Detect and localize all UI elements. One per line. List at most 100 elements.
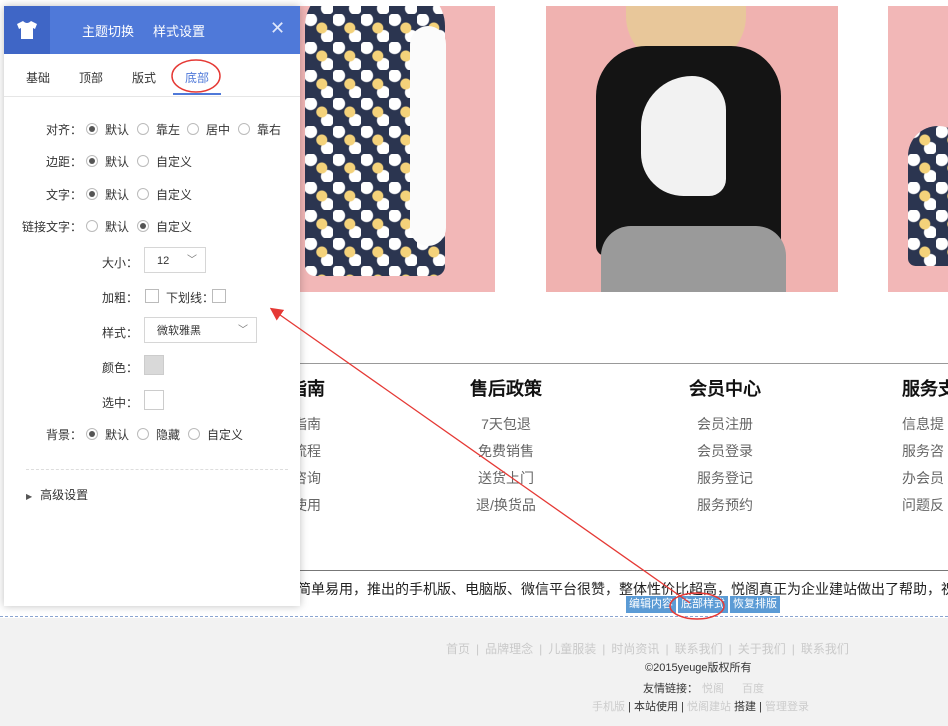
size-label: 大小： (101, 256, 138, 270)
background-hidden-radio[interactable]: 隐藏 (137, 426, 180, 443)
product-photo[interactable] (888, 6, 948, 292)
advanced-settings-toggle[interactable]: ▶ 高级设置 (26, 486, 88, 503)
radio-icon (187, 123, 199, 135)
footer-link[interactable]: 办会员 (902, 465, 948, 492)
option-label: 隐藏 (156, 428, 181, 442)
footer-column-after-sales: 售后政策 7天包退 免费销售 送货上门 退/换货品 (426, 375, 586, 519)
friend-link[interactable]: 悦阁 (702, 683, 724, 695)
skirt-shape (601, 226, 786, 292)
color-swatch[interactable] (144, 355, 164, 375)
friend-links-label: 友情链接： (643, 683, 698, 695)
align-default-radio[interactable]: 默认 (86, 121, 129, 138)
tab-footer[interactable]: 底部 (185, 69, 209, 86)
text-custom-radio[interactable]: 自定义 (137, 186, 192, 203)
tab-layout[interactable]: 版式 (132, 69, 156, 86)
chevron-down-icon: ﹀ (238, 325, 248, 336)
subtab-bar: 基础 顶部 版式 底部 (4, 54, 300, 97)
footer-link[interactable]: 会员注册 (645, 411, 805, 438)
chevron-down-icon: ﹀ (187, 255, 197, 266)
radio-icon (137, 123, 149, 135)
product-photo[interactable] (295, 6, 495, 292)
background-custom-radio[interactable]: 自定义 (188, 426, 243, 443)
active-tab-indicator (173, 93, 221, 95)
option-label: 自定义 (156, 220, 193, 234)
footer-link[interactable]: 7天包退 (426, 411, 586, 438)
site-link[interactable]: 本站使用 (634, 701, 678, 713)
radio-icon (238, 123, 250, 135)
nav-link[interactable]: 时尚资讯 (611, 642, 659, 656)
footer-column-member: 会员中心 会员注册 会员登录 服务登记 服务预约 (645, 375, 805, 519)
footer-link[interactable]: 服务咨 (902, 438, 948, 465)
edit-toolbar: 编辑内容 底部样式 恢复排版 (626, 596, 782, 613)
font-size-select[interactable]: 12 ﹀ (144, 247, 206, 273)
footer-column-service: 服务支 信息提 服务咨 办会员 问题反 (858, 375, 948, 519)
option-label: 自定义 (156, 188, 193, 202)
tab-theme-switch[interactable]: 主题切换 (82, 21, 134, 40)
caret-right-icon: ▶ (26, 492, 33, 501)
footer-link[interactable]: 服务登记 (645, 465, 805, 492)
color-label: 颜色： (101, 361, 138, 375)
bold-label: 加粗： (101, 291, 138, 305)
align-right-radio[interactable]: 靠右 (238, 121, 281, 138)
friend-link[interactable]: 百度 (742, 683, 764, 695)
background-label: 背景： (45, 428, 82, 442)
product-photo[interactable] (546, 6, 838, 292)
site-link[interactable]: 悦阁建站 (687, 701, 731, 713)
footer-nav: 首页 | 品牌理念 | 儿童服装 | 时尚资讯 | 联系我们 | 关于我们 | 联系我们 (446, 642, 849, 656)
nav-link[interactable]: 品牌理念 (485, 642, 533, 656)
footer-divider (290, 363, 948, 364)
footer-column-title: 服务支 (902, 379, 948, 400)
close-icon[interactable]: ✕ (270, 18, 285, 38)
edit-content-button[interactable]: 编辑内容 (626, 596, 676, 613)
selected-color-label: 选中： (101, 396, 138, 410)
radio-icon (188, 428, 200, 440)
select-value: 微软雅黑 (157, 325, 201, 337)
text-label: 文字： (45, 188, 82, 202)
link-text-default-radio[interactable]: 默认 (86, 218, 129, 235)
option-label: 自定义 (207, 428, 244, 442)
bold-checkbox[interactable] (145, 289, 159, 303)
footer-link[interactable]: 问题反 (902, 492, 948, 519)
tab-basic[interactable]: 基础 (26, 69, 50, 86)
align-label: 对齐： (45, 123, 82, 137)
site-link[interactable]: 搭建 (734, 701, 756, 713)
margin-custom-radio[interactable]: 自定义 (137, 153, 192, 170)
nav-link[interactable]: 联系我们 (801, 642, 849, 656)
margin-default-radio[interactable]: 默认 (86, 153, 129, 170)
underline-checkbox[interactable] (212, 289, 226, 303)
footer-link[interactable]: 信息提 (902, 411, 948, 438)
footer-link[interactable]: 退/换货品 (426, 492, 586, 519)
nav-link[interactable]: 联系我们 (675, 642, 723, 656)
site-links: 手机版 | 本站使用 | 悦阁建站 搭建 | 管理登录 (592, 701, 810, 713)
style-settings-panel: 主题切换 样式设置 ✕ 基础 顶部 版式 底部 对齐： 默认 靠左 居中 靠右 … (4, 6, 300, 606)
link-text-custom-radio[interactable]: 自定义 (137, 218, 192, 235)
nav-link[interactable]: 首页 (446, 642, 470, 656)
site-link[interactable]: 管理登录 (765, 701, 809, 713)
font-family-select[interactable]: 微软雅黑 ﹀ (144, 317, 257, 343)
site-link[interactable]: 手机版 (592, 701, 625, 713)
nav-link[interactable]: 儿童服装 (548, 642, 596, 656)
tab-style-settings[interactable]: 样式设置 (153, 21, 205, 40)
footer-link[interactable]: 会员登录 (645, 438, 805, 465)
underline-label: 下划线： (166, 291, 215, 305)
text-default-radio[interactable]: 默认 (86, 186, 129, 203)
footer-link[interactable]: 免费销售 (426, 438, 586, 465)
option-label: 自定义 (156, 155, 193, 169)
align-left-radio[interactable]: 靠左 (137, 121, 180, 138)
advanced-settings-label: 高级设置 (40, 488, 89, 502)
panel-header: 主题切换 样式设置 ✕ (4, 6, 300, 54)
radio-icon (137, 428, 149, 440)
footer-style-button[interactable]: 底部样式 (678, 596, 728, 613)
restore-layout-button[interactable]: 恢复排版 (730, 596, 780, 613)
tab-top[interactable]: 顶部 (79, 69, 103, 86)
footer-link[interactable]: 送货上门 (426, 465, 586, 492)
radio-icon (86, 220, 98, 232)
footer-link[interactable]: 服务预约 (645, 492, 805, 519)
nav-link[interactable]: 关于我们 (738, 642, 786, 656)
align-center-radio[interactable]: 居中 (187, 121, 230, 138)
option-label: 靠右 (257, 123, 282, 137)
footer-column-title: 售后政策 (470, 379, 542, 400)
selected-color-swatch[interactable] (144, 390, 164, 410)
background-default-radio[interactable]: 默认 (86, 426, 129, 443)
link-text-label: 链接文字： (21, 220, 82, 234)
